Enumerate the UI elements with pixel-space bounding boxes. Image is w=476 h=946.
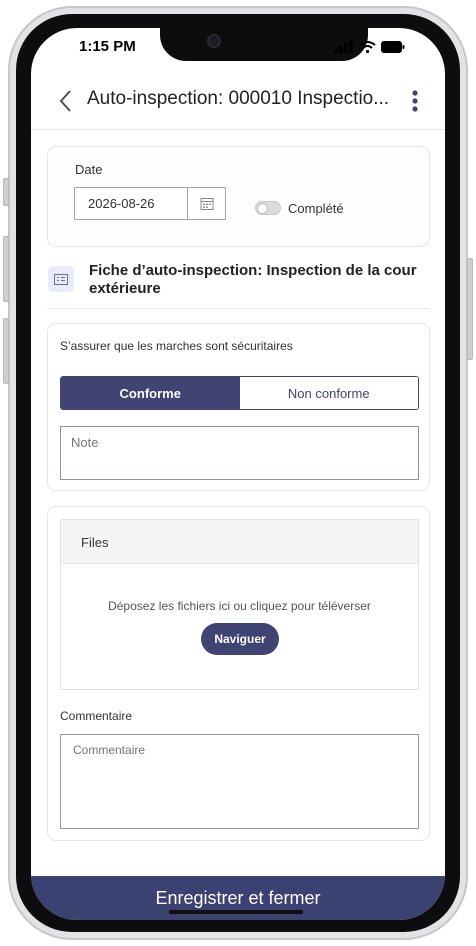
note-field[interactable] [60,426,419,480]
option-conforme[interactable]: Conforme [61,377,240,409]
files-panel: Files Déposez les fichiers ici ou clique… [60,519,419,690]
question-card: S’assurer que les marches sont sécuritai… [47,323,430,491]
signal-icon [334,40,354,58]
date-label: Date [75,162,103,177]
completed-label: Complété [288,201,344,216]
divider [47,308,430,309]
page-title: Auto-inspection: 000010 Inspectio... [87,88,390,109]
phone-side-button [3,318,9,384]
comment-label: Commentaire [60,709,133,723]
chevron-left-icon [59,90,71,112]
date-field[interactable]: 2026-08-26 [74,187,226,220]
toggle-knob [257,203,268,214]
app-header: Auto-inspection: 000010 Inspectio... [31,84,445,130]
more-options-button[interactable] [405,86,425,116]
compliance-selector: Conforme Non conforme [60,376,419,410]
calendar-icon [200,197,214,210]
status-icons [334,40,405,58]
status-time: 1:15 PM [79,38,136,55]
calendar-button[interactable] [187,188,226,219]
kebab-menu-icon [412,90,418,112]
status-bar: 1:15 PM [31,28,445,72]
option-non-conforme[interactable]: Non conforme [239,377,418,409]
wifi-icon [359,40,376,58]
browse-button[interactable]: Naviguer [201,623,279,655]
file-drop-zone[interactable]: Déposez les fichiers ici ou cliquez pour… [61,565,418,689]
comment-field[interactable] [60,734,419,829]
date-card: Date 2026-08-26 Complété [47,146,430,247]
form-sheet-icon [48,266,74,292]
drop-instructions: Déposez les fichiers ici ou cliquez pour… [108,599,371,613]
phone-side-button [3,236,9,302]
files-title: Files [81,535,109,550]
home-indicator [169,910,303,914]
back-button[interactable] [55,84,79,118]
question-text: S’assurer que les marches sont sécuritai… [60,339,293,353]
app-screen: 1:15 PM Auto-inspection: 000010 Inspecti… [31,28,445,920]
form-sheet-title: Fiche d’auto-inspection: Inspection de l… [89,262,417,297]
completed-toggle[interactable] [255,201,281,215]
files-header: Files [61,520,418,564]
phone-side-button [3,178,9,206]
battery-icon [381,40,405,58]
date-value: 2026-08-26 [88,196,155,211]
phone-side-button [467,258,473,360]
attachments-card: Files Déposez les fichiers ici ou clique… [47,506,430,841]
